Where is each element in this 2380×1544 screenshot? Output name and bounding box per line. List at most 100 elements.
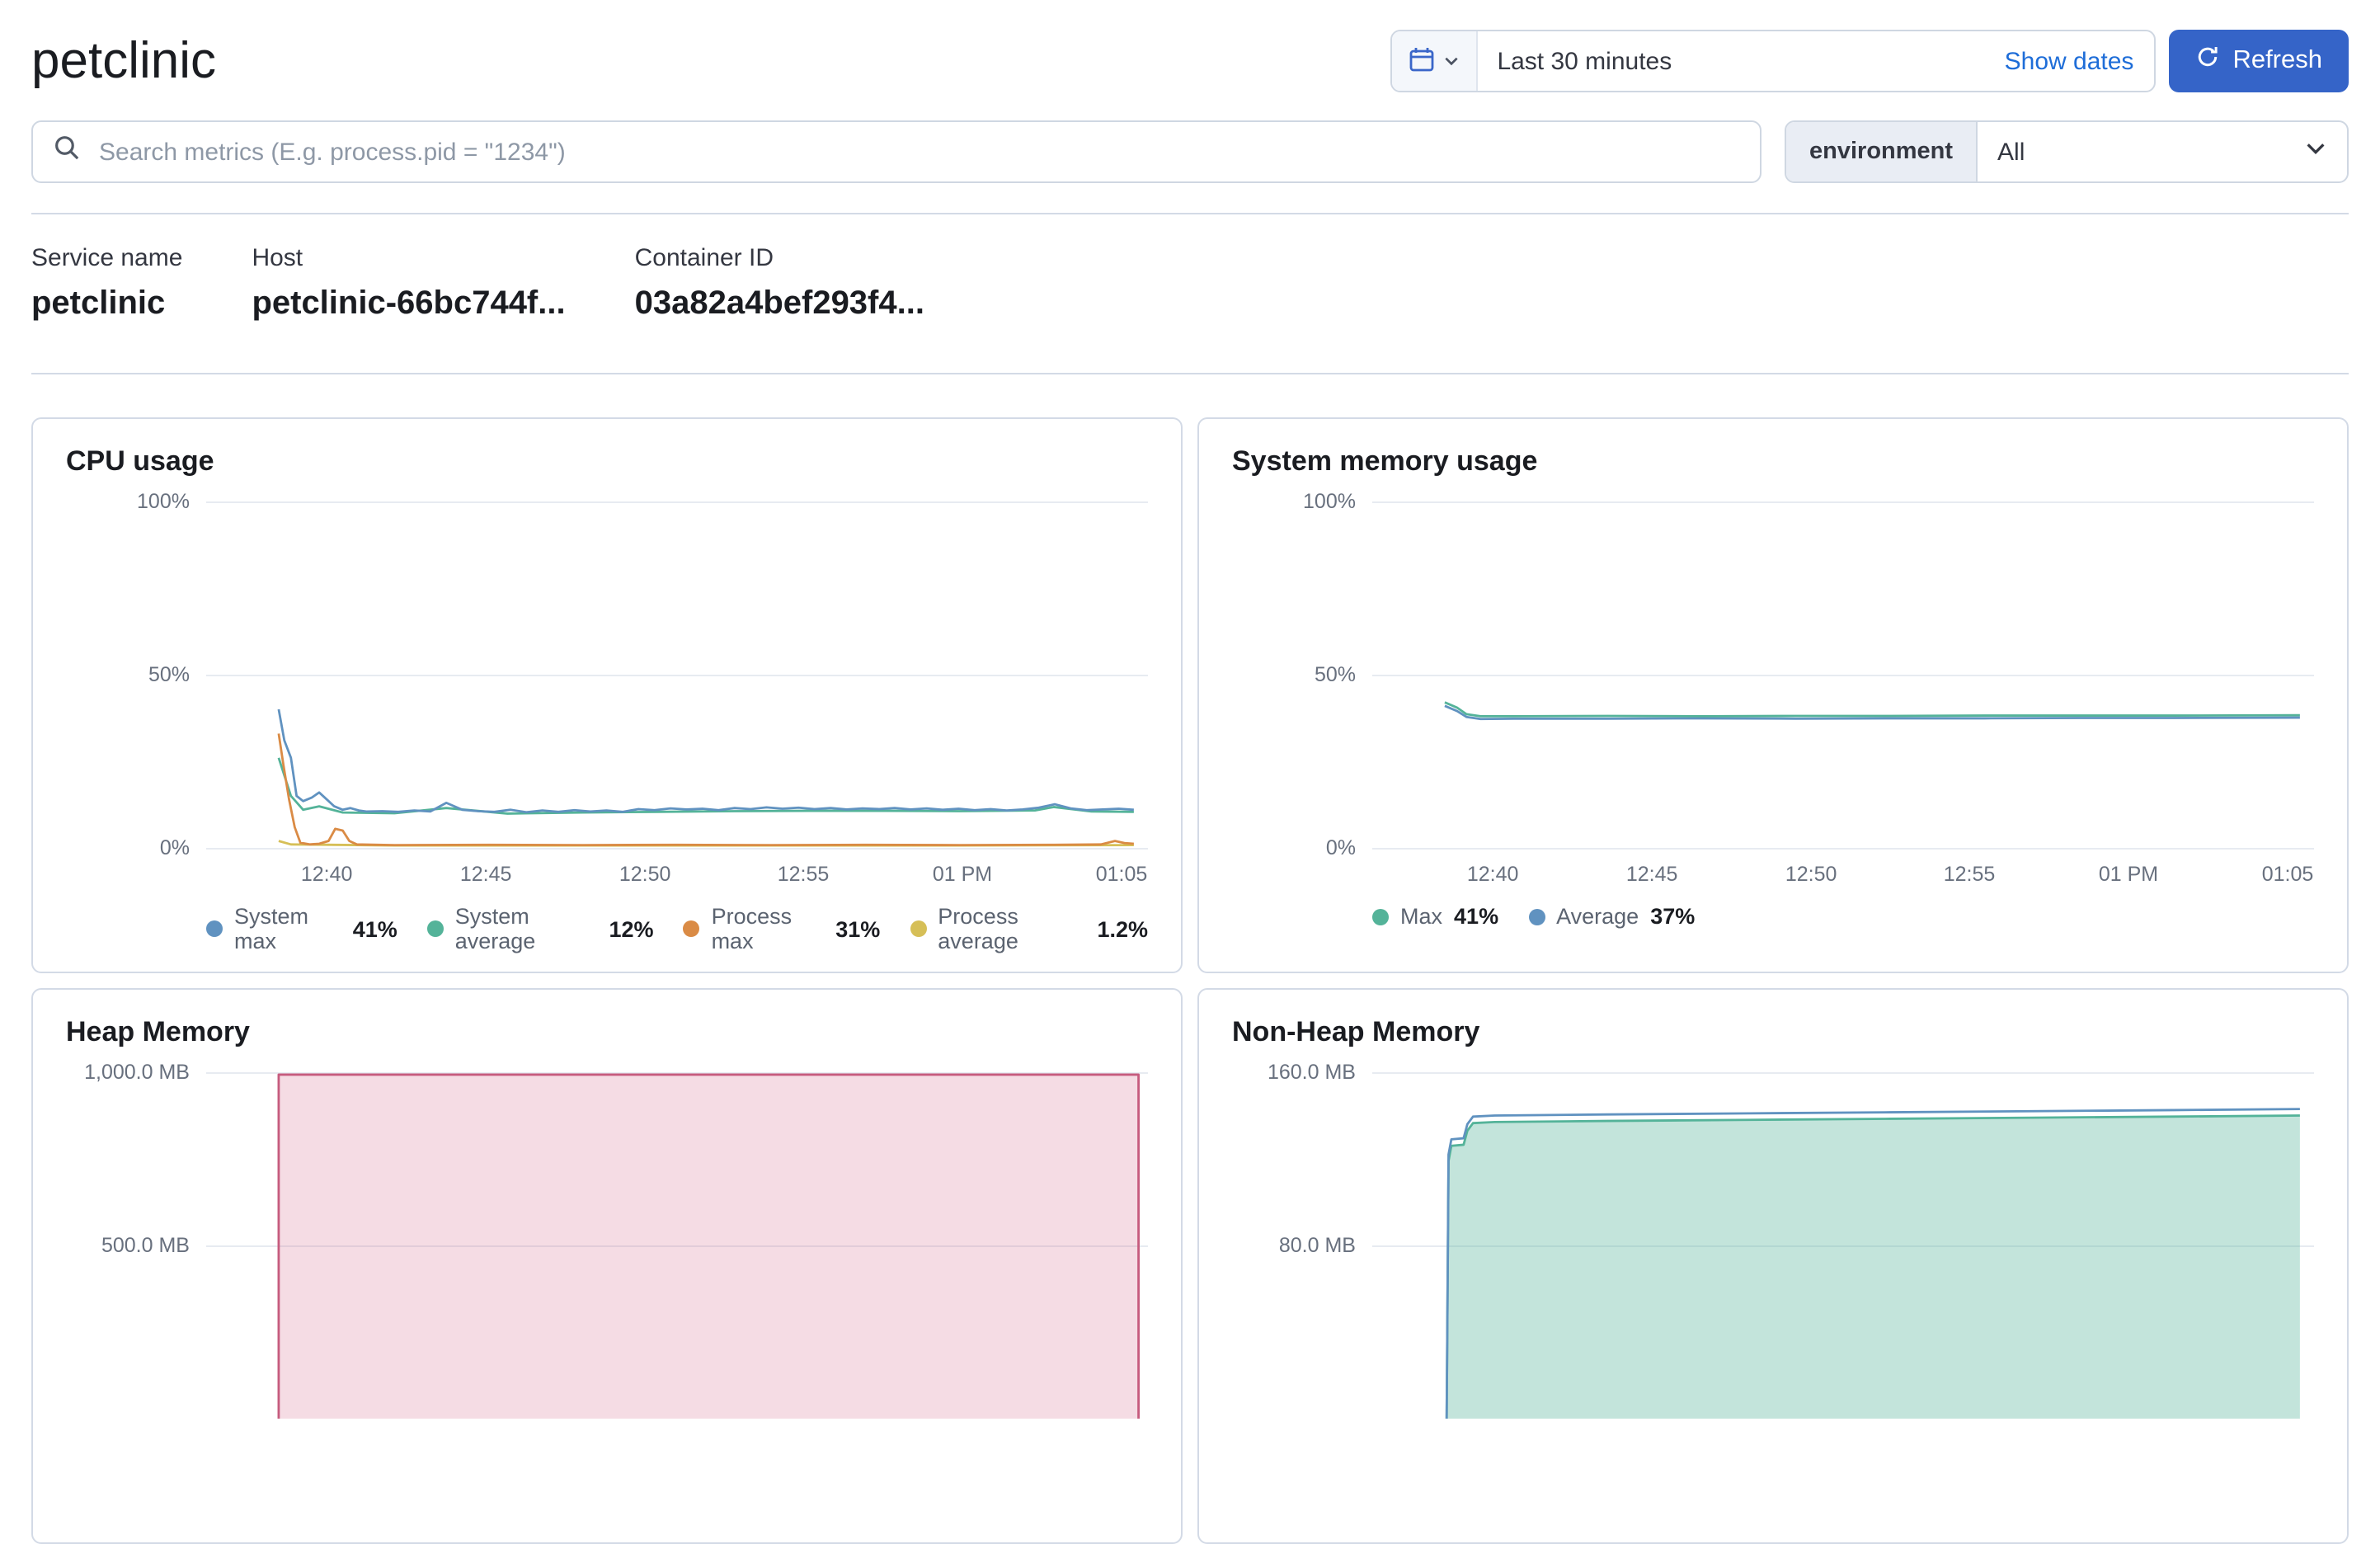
search-input[interactable] — [96, 136, 1740, 167]
meta-label: Container ID — [634, 244, 774, 272]
y-axis-label: 100% — [137, 490, 190, 513]
refresh-button[interactable]: Refresh — [2168, 30, 2349, 92]
non-heap-memory-panel: Non-Heap Memory 160.0 MB 80.0 MB — [1197, 988, 2349, 1544]
calendar-icon — [1408, 45, 1434, 77]
meta-container-id: Container ID 03a82a4bef293f4... — [635, 244, 924, 323]
date-range-label[interactable]: Last 30 minutes — [1477, 47, 1984, 75]
search-input-wrapper — [31, 120, 1761, 183]
x-axis: 12:40 12:45 12:50 12:55 01 PM 01:05 — [206, 848, 1148, 891]
y-axis: 100% 50% 0% — [1232, 490, 1372, 859]
meta-value: petclinic — [31, 285, 166, 322]
legend-label: Max — [1400, 904, 1443, 929]
x-axis-label: 12:40 — [300, 863, 353, 886]
y-axis-label: 0% — [1325, 836, 1356, 859]
chart-plot-area — [206, 501, 1148, 850]
legend-dot-icon — [206, 920, 223, 937]
y-axis-label: 0% — [159, 836, 190, 859]
x-axis-label: 12:50 — [619, 863, 671, 886]
chevron-down-icon — [2304, 137, 2327, 167]
x-axis-label: 01:05 — [1095, 863, 1148, 886]
legend-item[interactable]: System max 41% — [206, 904, 397, 953]
charts-grid: CPU usage 100% 50% 0% 12:40 12:45 12:50 12:55… — [31, 417, 2349, 1544]
chart-plot-area — [1372, 501, 2314, 850]
chart: 100% 50% 0% 12:40 12:45 12:50 12:55 01 PM 01:05 — [66, 490, 1148, 891]
chart-title: System memory usage — [1232, 445, 1538, 477]
legend-value: 41% — [1454, 904, 1499, 929]
service-metadata: Service name petclinic Host petclinic-66… — [31, 214, 2349, 373]
legend-value: 31% — [835, 916, 881, 941]
y-axis-label: 1,000.0 MB — [84, 1061, 190, 1084]
meta-label: Service name — [31, 244, 183, 272]
search-icon — [53, 134, 81, 170]
refresh-button-label: Refresh — [2232, 46, 2322, 74]
date-quick-select-button[interactable] — [1391, 31, 1478, 91]
chart-legend: System max 41% System average 12% Process ma… — [206, 904, 1148, 953]
y-axis-label: 160.0 MB — [1267, 1061, 1356, 1084]
y-axis-label: 50% — [148, 663, 190, 686]
legend-item[interactable]: Process average 1.2% — [910, 904, 1148, 953]
y-axis-label: 50% — [1314, 663, 1356, 686]
date-picker: Last 30 minutes Show dates — [1390, 30, 2156, 92]
system-memory-usage-panel: System memory usage 100% 50% 0% 12:40 12:45… — [1197, 417, 2349, 973]
legend-dot-icon — [1528, 908, 1545, 925]
meta-value: 03a82a4bef293f4... — [634, 285, 924, 322]
x-axis: 12:40 12:45 12:50 12:55 01 PM 01:05 — [1372, 848, 2314, 891]
legend-dot-icon — [426, 920, 444, 937]
x-axis-label: 12:55 — [777, 863, 830, 886]
legend-dot-icon — [910, 920, 927, 937]
environment-select[interactable]: All — [1978, 122, 2347, 181]
header-controls: Last 30 minutes Show dates Refresh — [1390, 30, 2349, 92]
meta-host: Host petclinic-66bc744f... — [252, 244, 565, 323]
refresh-icon — [2194, 45, 2219, 78]
x-axis — [1372, 1419, 2314, 1462]
legend-dot-icon — [1372, 908, 1389, 925]
legend-item[interactable]: System average 12% — [426, 904, 654, 953]
y-axis: 160.0 MB 80.0 MB — [1232, 1061, 1372, 1419]
x-axis-label: 01 PM — [932, 863, 993, 886]
chart-title: CPU usage — [66, 445, 214, 477]
show-dates-link[interactable]: Show dates — [1985, 47, 2154, 75]
y-axis-label: 80.0 MB — [1278, 1234, 1356, 1257]
x-axis-label: 01 PM — [2098, 863, 2159, 886]
legend-item[interactable]: Max 41% — [1372, 904, 1498, 929]
x-axis-label: 01:05 — [2261, 863, 2314, 886]
legend-label: System max — [234, 904, 309, 953]
chart-title: Heap Memory — [66, 1016, 250, 1047]
y-axis-label: 100% — [1303, 490, 1356, 513]
chart-plot-area — [1372, 1072, 2314, 1419]
divider — [31, 373, 2349, 374]
legend-label: Average — [1556, 904, 1639, 929]
legend-item[interactable]: Process max 31% — [683, 904, 881, 953]
legend-label: Process average — [938, 904, 1018, 953]
page-title: petclinic — [31, 31, 216, 89]
cpu-usage-panel: CPU usage 100% 50% 0% 12:40 12:45 12:50 12:55… — [31, 417, 1183, 973]
chevron-down-icon — [1442, 49, 1459, 73]
chart-plot-area — [206, 1072, 1148, 1419]
x-axis-label: 12:45 — [459, 863, 512, 886]
chart: 100% 50% 0% 12:40 12:45 12:50 12:55 01 PM 01:05 — [1232, 490, 2314, 891]
y-axis-label: 500.0 MB — [101, 1234, 190, 1257]
x-axis-label: 12:55 — [1943, 863, 1996, 886]
legend-value: 1.2% — [1097, 916, 1148, 941]
meta-service-name: Service name petclinic — [31, 244, 182, 323]
legend-value: 12% — [609, 916, 654, 941]
x-axis — [206, 1419, 1148, 1462]
page-header: petclinic Last 30 minutes Show dates Ref… — [31, 0, 2349, 92]
chart-title: Non-Heap Memory — [1232, 1016, 1480, 1047]
x-axis-label: 12:45 — [1625, 863, 1678, 886]
environment-selected-value: All — [1997, 138, 2025, 166]
environment-filter: environment All — [1785, 120, 2349, 183]
heap-memory-panel: Heap Memory 1,000.0 MB 500.0 MB — [31, 988, 1183, 1544]
legend-item[interactable]: Average 37% — [1528, 904, 1695, 929]
legend-value: 37% — [1650, 904, 1696, 929]
meta-label: Host — [252, 244, 303, 272]
legend-label: Process max — [711, 904, 793, 953]
meta-value: petclinic-66bc744f... — [252, 285, 566, 322]
y-axis: 100% 50% 0% — [66, 490, 206, 859]
legend-dot-icon — [683, 920, 700, 937]
chart: 1,000.0 MB 500.0 MB — [66, 1061, 1148, 1462]
legend-value: 41% — [352, 916, 397, 941]
x-axis-label: 12:40 — [1466, 863, 1519, 886]
y-axis: 1,000.0 MB 500.0 MB — [66, 1061, 206, 1419]
x-axis-label: 12:50 — [1785, 863, 1837, 886]
